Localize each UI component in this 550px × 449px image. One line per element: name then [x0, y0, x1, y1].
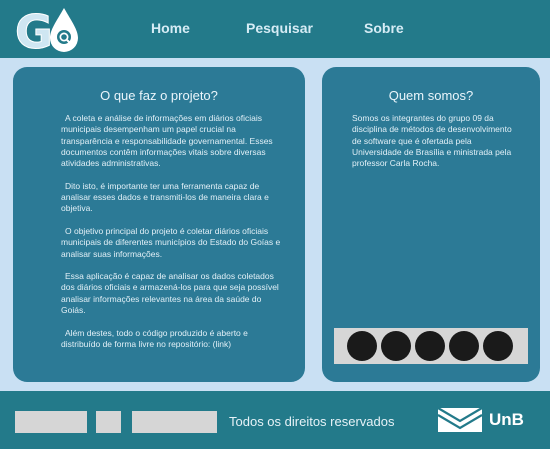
member-avatar[interactable]	[449, 331, 479, 361]
unb-label: UnB	[489, 410, 524, 429]
nav-home-link[interactable]: Home	[151, 20, 190, 36]
footer-placeholder	[15, 411, 87, 433]
magnifier-icon	[61, 34, 67, 40]
about-panel: Quem somos? Somos os integrantes do grup…	[322, 67, 540, 382]
footer-placeholder	[132, 411, 217, 433]
member-avatar[interactable]	[415, 331, 445, 361]
header: G Home Pesquisar Sobre	[0, 0, 550, 58]
unb-logo[interactable]: UnB	[437, 407, 527, 433]
project-paragraph[interactable]: Além destes, todo o código produzido é a…	[61, 328, 285, 351]
project-paragraph: A coleta e análise de informações em diá…	[61, 113, 273, 169]
nav-search-link[interactable]: Pesquisar	[246, 20, 313, 36]
project-paragraph: Essa aplicação é capaz de analisar os da…	[61, 271, 279, 316]
footer-placeholder	[96, 411, 121, 433]
nav-about-link[interactable]: Sobre	[364, 20, 404, 36]
project-body: A coleta e análise de informações em diá…	[61, 113, 285, 350]
about-text: Somos os integrantes do grupo 09 da disc…	[352, 113, 512, 169]
footer: Todos os direitos reservados UnB	[0, 391, 550, 449]
go-logo[interactable]: G	[14, 4, 84, 54]
member-avatar[interactable]	[483, 331, 513, 361]
member-avatar[interactable]	[347, 331, 377, 361]
members-strip	[334, 328, 528, 364]
logo-letter: G	[15, 5, 53, 54]
project-title: O que faz o projeto?	[100, 88, 218, 103]
rights-text: Todos os direitos reservados	[229, 414, 395, 429]
project-paragraph: Dito isto, é importante ter uma ferramen…	[61, 180, 269, 214]
project-paragraph: O objetivo principal do projeto é coleta…	[61, 225, 281, 259]
member-avatar[interactable]	[381, 331, 411, 361]
about-title: Quem somos?	[388, 88, 474, 103]
about-body: Somos os integrantes do grupo 09 da disc…	[352, 113, 522, 169]
project-panel: O que faz o projeto? A coleta e análise …	[13, 67, 305, 382]
unb-emblem-icon	[437, 407, 483, 432]
